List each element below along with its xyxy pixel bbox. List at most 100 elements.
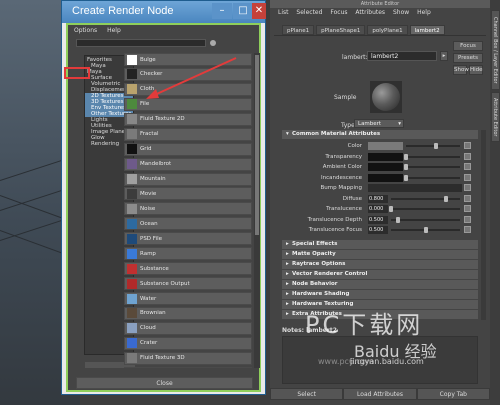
node-button[interactable]: Brownian	[124, 306, 252, 320]
load-attributes-button[interactable]: Load Attributes	[343, 388, 417, 400]
show-button[interactable]: Show	[453, 65, 469, 75]
color-swatch[interactable]	[368, 173, 403, 182]
node-button[interactable]: Ramp	[124, 247, 252, 261]
attribute-slider[interactable]	[406, 176, 460, 179]
map-button-icon[interactable]	[464, 173, 471, 181]
menu-focus[interactable]: Focus	[330, 9, 347, 16]
close-button[interactable]: Close	[76, 377, 253, 389]
collapsed-section-header[interactable]: ▸ Node Behavior	[282, 280, 478, 289]
attribute-value-field[interactable]: 0.500	[368, 215, 388, 224]
node-button[interactable]: PSD File	[124, 232, 252, 246]
material-type-select[interactable]: Lambert ▾	[354, 119, 404, 128]
map-button-icon[interactable]	[464, 184, 471, 191]
node-list-scrollbar[interactable]	[254, 53, 260, 368]
scroll-thumb[interactable]	[255, 55, 259, 235]
node-button[interactable]: Bulge	[124, 53, 252, 66]
attribute-slider[interactable]	[391, 218, 460, 221]
attribute-value-field[interactable]: 0.500	[368, 226, 388, 234]
focus-button[interactable]: Focus	[453, 41, 483, 51]
tab-lambert2[interactable]: lambert2	[409, 25, 445, 35]
attribute-value-field[interactable]: 0.800	[368, 194, 388, 203]
attribute-slider[interactable]	[406, 166, 460, 168]
tab-polyplane1[interactable]: polyPlane1	[367, 25, 408, 35]
slider-handle[interactable]	[444, 195, 449, 202]
node-goto-icon[interactable]: ▸	[440, 51, 448, 61]
collapsed-section-header[interactable]: ▸ Special Effects	[282, 240, 478, 249]
minimize-button[interactable]: –	[212, 3, 232, 19]
common-material-attributes-header[interactable]: ▾ Common Material Attributes	[282, 130, 478, 139]
copy-tab-button[interactable]: Copy Tab	[416, 388, 490, 400]
attribute-slider[interactable]	[391, 208, 460, 210]
node-button[interactable]: Fluid Texture 3D	[124, 351, 252, 365]
slider-handle[interactable]	[389, 206, 393, 212]
attribute-slider[interactable]	[406, 155, 460, 158]
map-button-icon[interactable]	[464, 163, 471, 170]
attribute-value-field[interactable]: 0.000	[368, 205, 388, 213]
window-titlebar[interactable]: Create Render Node – □ ✕	[62, 1, 266, 23]
presets-button[interactable]: Presets	[453, 53, 483, 63]
slider-handle[interactable]	[395, 216, 400, 223]
node-button[interactable]: Substance Output	[124, 277, 252, 291]
node-button[interactable]: Substance	[124, 262, 252, 276]
node-button[interactable]: Fractal	[124, 127, 252, 141]
node-button[interactable]: Water	[124, 292, 252, 305]
node-button[interactable]: Fluid Texture 2D	[124, 112, 252, 126]
bump-mapping-field[interactable]	[368, 184, 462, 192]
select-button[interactable]: Select	[270, 388, 344, 400]
menu-attributes[interactable]: Attributes	[355, 9, 385, 16]
collapsed-section-header[interactable]: ▸ Hardware Shading	[282, 290, 478, 299]
attribute-editor-menubar: List Selected Focus Attributes Show Help	[278, 9, 437, 16]
node-button[interactable]: Ocean	[124, 217, 252, 231]
attribute-label: Color	[347, 143, 362, 149]
map-button-icon[interactable]	[464, 194, 471, 202]
node-name-field[interactable]: lambert2	[367, 51, 437, 61]
node-button[interactable]: Cloud	[124, 321, 252, 335]
color-swatch[interactable]	[368, 142, 403, 150]
menu-show[interactable]: Show	[393, 9, 409, 16]
maximize-button[interactable]: □	[233, 3, 253, 19]
color-swatch[interactable]	[368, 152, 403, 161]
node-button[interactable]: Mountain	[124, 172, 252, 186]
window-title: Create Render Node	[72, 5, 174, 17]
node-button[interactable]: File	[124, 97, 252, 111]
node-button[interactable]: Checker	[124, 67, 252, 81]
map-button-icon[interactable]	[464, 215, 471, 223]
attribute-editor-side-tab[interactable]: Attribute Editor	[491, 92, 500, 142]
node-button[interactable]: Grid	[124, 142, 252, 156]
slider-handle[interactable]	[404, 174, 408, 181]
color-swatch[interactable]	[368, 163, 403, 171]
node-button[interactable]: Movie	[124, 187, 252, 201]
node-button[interactable]: Mandelbrot	[124, 157, 252, 171]
node-filter-input[interactable]	[76, 39, 206, 47]
map-button-icon[interactable]	[464, 226, 471, 233]
attribute-label: Incandescence	[320, 174, 362, 181]
icon-size-slider[interactable]	[210, 40, 216, 46]
menu-list[interactable]: List	[278, 9, 289, 16]
slider-handle[interactable]	[404, 153, 408, 160]
node-button[interactable]: Cloth	[124, 82, 252, 96]
create-render-node-window: Create Render Node – □ ✕ Options Help Fa…	[61, 0, 266, 395]
map-button-icon[interactable]	[464, 152, 471, 160]
menu-help[interactable]: Help	[107, 27, 121, 34]
map-button-icon[interactable]	[464, 205, 471, 212]
close-window-button[interactable]: ✕	[252, 3, 266, 19]
menu-selected[interactable]: Selected	[296, 9, 322, 16]
attribute-slider[interactable]	[391, 197, 460, 200]
map-button-icon[interactable]	[464, 142, 471, 149]
node-button[interactable]: Crater	[124, 336, 252, 350]
slider-handle[interactable]	[423, 227, 428, 233]
node-button[interactable]: Noise	[124, 202, 252, 216]
collapsed-section-header[interactable]: ▸ Vector Renderer Control	[282, 270, 478, 279]
tab-pplane1[interactable]: pPlane1	[282, 25, 315, 35]
collapsed-section-header[interactable]: ▸ Raytrace Options	[282, 260, 478, 269]
slider-handle[interactable]	[404, 164, 408, 170]
menu-help[interactable]: Help	[417, 9, 431, 16]
collapsed-section-header[interactable]: ▸ Matte Opacity	[282, 250, 478, 259]
node-button[interactable]: Granite	[124, 366, 252, 368]
channel-box-side-tab[interactable]: Channel Box / Layer Editor	[491, 10, 500, 90]
tab-pplaneshape1[interactable]: pPlaneShape1	[316, 25, 366, 35]
attribute-editor-scrollbar[interactable]	[481, 130, 486, 320]
hide-button[interactable]: Hide	[469, 65, 483, 75]
menu-options[interactable]: Options	[74, 27, 97, 34]
slider-handle[interactable]	[433, 143, 438, 149]
